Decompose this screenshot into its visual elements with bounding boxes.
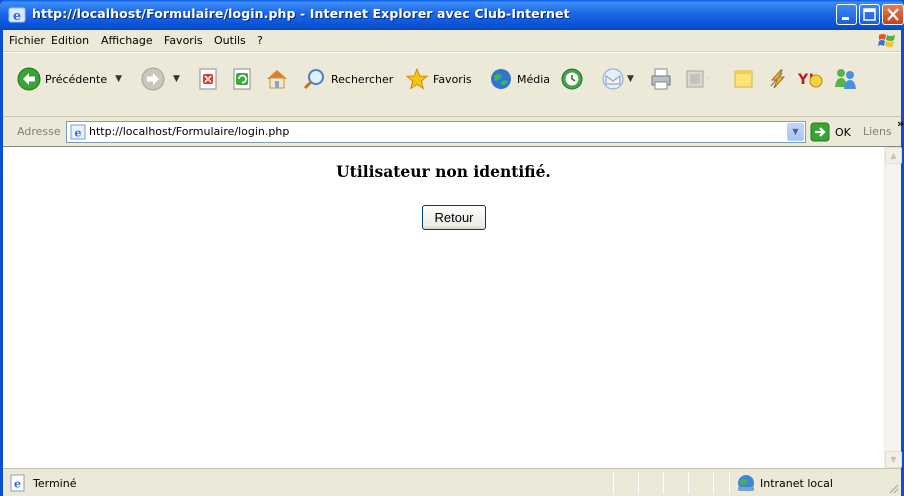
menu-edition[interactable]: Edition: [51, 34, 89, 47]
history-button[interactable]: [560, 63, 584, 95]
page-content: Utilisateur non identifié. Retour: [3, 147, 884, 468]
go-button[interactable]: OK: [810, 122, 851, 142]
favorites-star-icon: [405, 67, 429, 90]
address-input[interactable]: e http://localhost/Formulaire/login.php …: [66, 121, 806, 143]
intranet-globe-icon: [738, 475, 754, 491]
home-icon: [267, 70, 287, 89]
refresh-button[interactable]: [233, 63, 253, 95]
history-icon: [561, 68, 583, 90]
retour-button[interactable]: Retour: [422, 205, 486, 230]
mail-icon: [602, 68, 624, 90]
refresh-icon: [233, 68, 251, 90]
notes-button[interactable]: [733, 63, 755, 95]
minimize-button[interactable]: [836, 4, 857, 25]
page-ie-icon: e: [70, 124, 86, 140]
menu-outils[interactable]: Outils: [214, 34, 246, 47]
menu-fichier[interactable]: Fichier: [9, 34, 45, 47]
print-icon: [651, 68, 671, 90]
edit-dropdown-icon[interactable]: ·: [707, 74, 710, 84]
edit-button[interactable]: ·: [685, 63, 710, 95]
search-button[interactable]: Rechercher: [303, 63, 393, 95]
stop-icon: [199, 68, 217, 90]
status-divider: [688, 472, 689, 494]
favorites-button[interactable]: Favoris: [405, 63, 472, 95]
forward-button[interactable]: ▼: [141, 63, 180, 95]
svg-text:e: e: [14, 478, 21, 491]
print-button[interactable]: [649, 63, 673, 95]
back-button[interactable]: Précédente ▼: [17, 63, 122, 95]
favorites-label: Favoris: [433, 72, 472, 86]
status-divider: [638, 472, 639, 494]
menu-affichage[interactable]: Affichage: [101, 34, 153, 47]
chevron-down-icon: ▼: [792, 127, 799, 136]
back-arrow-icon: [17, 67, 41, 91]
address-url: http://localhost/Formulaire/login.php: [89, 125, 290, 138]
menu-favoris[interactable]: Favoris: [164, 34, 203, 47]
go-arrow-icon: [810, 122, 830, 142]
security-zone-label: Intranet local: [760, 477, 833, 490]
error-message: Utilisateur non identifié.: [336, 162, 551, 181]
msn-messenger-icon: [835, 69, 856, 89]
standard-toolbar: Précédente ▼ ▼ Rechercher Favoris Média …: [3, 52, 901, 117]
address-label: Adresse: [17, 125, 61, 138]
status-divider: [713, 472, 714, 494]
vertical-scrollbar[interactable]: ▲ ▼: [884, 147, 902, 468]
chevron-down-icon: ▼: [890, 455, 897, 464]
resize-grip-icon[interactable]: [887, 482, 899, 494]
close-button[interactable]: [882, 4, 904, 25]
status-bar: e Terminé Intranet local: [3, 468, 901, 496]
stop-button[interactable]: [199, 63, 219, 95]
close-icon: [887, 8, 899, 21]
maximize-icon: [863, 8, 876, 21]
search-icon: [303, 69, 324, 90]
media-button[interactable]: Média: [489, 63, 550, 95]
minimize-icon: [842, 17, 849, 20]
scroll-down-button[interactable]: ▼: [885, 451, 902, 468]
notes-icon: [734, 70, 753, 88]
yahoo-messenger-icon: Y!: [797, 72, 823, 88]
go-label: OK: [835, 125, 851, 139]
lightning-icon: [770, 69, 786, 89]
msn-messenger-button[interactable]: [833, 63, 859, 95]
title-bar[interactable]: e http://localhost/Formulaire/login.php …: [0, 0, 904, 30]
messenger-bolt-button[interactable]: [767, 63, 789, 95]
page-done-icon: e: [10, 474, 25, 492]
back-dropdown-icon[interactable]: ▼: [115, 74, 122, 84]
mail-button[interactable]: ▼: [601, 63, 634, 95]
yahoo-messenger-button[interactable]: Y!: [797, 63, 823, 95]
ie-logo-icon: e: [8, 7, 26, 24]
links-label[interactable]: Liens: [863, 125, 892, 138]
back-label: Précédente: [45, 72, 108, 86]
forward-dropdown-icon[interactable]: ▼: [173, 74, 180, 84]
media-icon: [491, 69, 511, 89]
window-title: http://localhost/Formulaire/login.php - …: [32, 6, 570, 21]
windows-logo-icon: [878, 34, 895, 47]
scroll-up-button[interactable]: ▲: [885, 147, 902, 164]
chevron-up-icon: ▲: [890, 151, 897, 160]
edit-icon: [686, 70, 704, 88]
menu-bar: Fichier Edition Affichage Favoris Outils…: [3, 30, 901, 52]
address-bar: Adresse e http://localhost/Formulaire/lo…: [3, 117, 904, 147]
svg-text:e: e: [75, 127, 82, 140]
search-label: Rechercher: [331, 72, 394, 86]
address-dropdown-button[interactable]: ▼: [787, 123, 804, 141]
home-button[interactable]: [265, 63, 289, 95]
media-label: Média: [517, 72, 551, 86]
status-divider: [663, 472, 664, 494]
links-chevron-icon[interactable]: »: [897, 117, 904, 130]
browser-window: e http://localhost/Formulaire/login.php …: [0, 0, 904, 496]
status-divider: [729, 472, 730, 494]
status-divider: [613, 472, 614, 494]
maximize-button[interactable]: [859, 4, 880, 25]
mail-dropdown-icon[interactable]: ▼: [627, 74, 634, 84]
forward-arrow-icon: [141, 67, 165, 91]
status-text: Terminé: [33, 477, 77, 490]
menu-help[interactable]: ?: [257, 34, 263, 47]
svg-text:e: e: [13, 9, 21, 24]
